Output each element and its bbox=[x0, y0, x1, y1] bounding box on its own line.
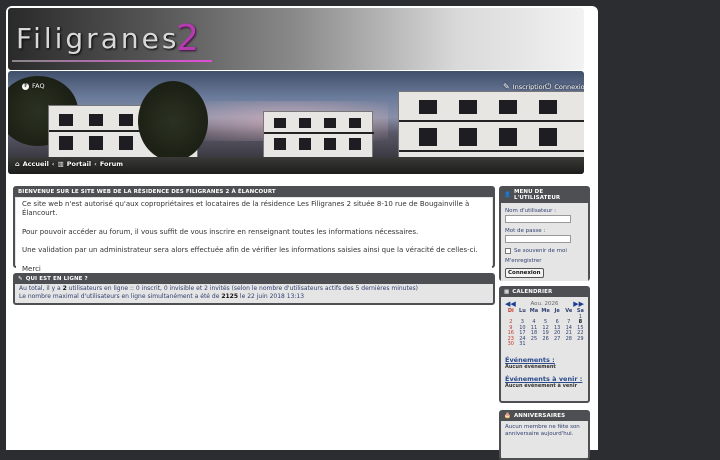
cake-icon: 🎂 bbox=[504, 413, 511, 419]
header-banner-photo: ? FAQ ✎ Inscription ⏻ Connexion bbox=[8, 71, 584, 174]
upcoming-events-none: Aucun événement à venir bbox=[505, 382, 578, 389]
faq-label: FAQ bbox=[32, 82, 45, 90]
welcome-paragraph: Pour pouvoir accéder au forum, il vous s… bbox=[22, 227, 419, 236]
calendar-day[interactable]: 31 bbox=[517, 341, 529, 348]
chat-icon: ✎ bbox=[18, 276, 23, 282]
events-none: Aucun événement bbox=[505, 363, 556, 370]
calendar-day[interactable]: 30 bbox=[505, 341, 517, 348]
tree bbox=[138, 81, 208, 161]
username-input[interactable] bbox=[505, 215, 571, 223]
welcome-body: Ce site web n'est autorisé qu'aux coprop… bbox=[16, 198, 492, 273]
building-right bbox=[398, 91, 584, 161]
who-is-online-header[interactable]: ✎ QUI EST EN LIGNE ? bbox=[15, 275, 493, 284]
calendar-empty-cell bbox=[540, 342, 552, 348]
calendar-body: ◀◀ Aou. 2026 ▶▶ Di Lu Ma Me Je Ve Sa 1 2 3 4 5 6 7 8 9 1… bbox=[501, 297, 588, 392]
breadcrumb-separator: ‹ bbox=[51, 160, 55, 168]
calendar-empty-cell bbox=[528, 342, 540, 348]
anniversaries-body: Aucun membre ne fête son anniversaire au… bbox=[501, 421, 588, 441]
register-link[interactable]: ✎ Inscription bbox=[503, 82, 547, 91]
anniversaries-title: ANNIVERSAIRES bbox=[513, 413, 566, 419]
calendar-empty-cell bbox=[551, 342, 563, 348]
who-is-online-panel: ✎ QUI EST EN LIGNE ? Au total, il y a 2 … bbox=[13, 273, 495, 305]
events-title[interactable]: Événements : bbox=[505, 356, 584, 364]
help-icon: ? bbox=[22, 82, 29, 90]
calendar-header: ▦ CALENDRIER bbox=[501, 288, 588, 297]
who-is-online-title: QUI EST EN LIGNE ? bbox=[25, 276, 88, 282]
welcome-title: BIENVENUE SUR LE SITE WEB DE LA RÉSIDENC… bbox=[15, 188, 493, 197]
next-month-icon[interactable]: ▶▶ bbox=[573, 300, 584, 308]
breadcrumb-forum[interactable]: Forum bbox=[100, 160, 123, 168]
site-logo-number: 2 bbox=[176, 18, 199, 59]
power-icon: ⏻ bbox=[545, 82, 552, 91]
welcome-paragraph: Une validation par un administrateur ser… bbox=[22, 246, 478, 255]
register-label: Inscription bbox=[512, 82, 547, 91]
user-menu-title: MENU DE L'UTILISATEUR bbox=[513, 189, 561, 201]
upcoming-events-title[interactable]: Événements à venir : bbox=[505, 375, 584, 383]
password-label: Mot de passe : bbox=[505, 228, 546, 234]
remember-checkbox[interactable] bbox=[505, 248, 511, 254]
calendar-icon: ▦ bbox=[504, 289, 510, 295]
portal-icon: ▥ bbox=[57, 160, 64, 168]
welcome-paragraph: Ce site web n'est autorisé qu'aux coprop… bbox=[22, 200, 470, 218]
breadcrumb-home[interactable]: Accueil bbox=[23, 160, 49, 168]
who-is-online-body: Au total, il y a 2 utilisateurs en ligne… bbox=[15, 284, 493, 302]
site-header: Filigranes 2 bbox=[8, 8, 584, 70]
calendar-panel: ▦ CALENDRIER ◀◀ Aou. 2026 ▶▶ Di Lu Ma Me Je V… bbox=[499, 286, 590, 403]
user-icon: 👤 bbox=[504, 192, 511, 198]
remember-me[interactable]: Se souvenir de moi bbox=[505, 248, 584, 254]
calendar-month: Aou. 2026 bbox=[530, 301, 559, 307]
building-center bbox=[263, 111, 374, 159]
online-record-line: Le nombre maximal d'utilisateurs en lign… bbox=[19, 293, 305, 300]
login-button[interactable]: Connexion bbox=[505, 268, 544, 278]
user-menu-header: 👤 MENU DE L'UTILISATEUR bbox=[501, 188, 588, 203]
home-icon: ⌂ bbox=[15, 160, 20, 168]
calendar-grid: Di Lu Ma Me Je Ve Sa 1 2 3 4 5 6 7 8 9 10 11 12 13 14 15 16 17 1… bbox=[505, 308, 587, 348]
breadcrumb-portal[interactable]: Portail bbox=[67, 160, 91, 168]
edit-icon: ✎ bbox=[503, 82, 510, 91]
prev-month-icon[interactable]: ◀◀ bbox=[505, 300, 516, 308]
username-label: Nom d'utilisateur : bbox=[505, 208, 556, 214]
calendar-nav: ◀◀ Aou. 2026 ▶▶ bbox=[505, 300, 584, 308]
user-menu-body: Nom d'utilisateur : Mot de passe : Se so… bbox=[501, 203, 588, 281]
logo-underline bbox=[12, 60, 212, 62]
faq-link[interactable]: ? FAQ bbox=[22, 82, 45, 90]
breadcrumb: ⌂ Accueil ‹ ▥ Portail ‹ Forum bbox=[15, 160, 123, 168]
online-users-line: Au total, il y a 2 utilisateurs en ligne… bbox=[19, 285, 418, 292]
calendar-title: CALENDRIER bbox=[512, 289, 553, 295]
calendar-empty-cell bbox=[575, 342, 587, 348]
welcome-panel: BIENVENUE SUR LE SITE WEB DE LA RÉSIDENC… bbox=[13, 186, 495, 273]
password-input[interactable] bbox=[505, 235, 571, 243]
login-link[interactable]: ⏻ Connexion bbox=[545, 82, 584, 92]
site-logo[interactable]: Filigranes bbox=[16, 22, 179, 55]
remember-label: Se souvenir de moi bbox=[514, 248, 567, 254]
breadcrumb-separator: ‹ bbox=[94, 160, 97, 168]
login-label: Connexion bbox=[554, 83, 584, 91]
user-menu-panel: 👤 MENU DE L'UTILISATEUR Nom d'utilisateu… bbox=[499, 186, 590, 281]
anniversaries-panel: 🎂 ANNIVERSAIRES Aucun membre ne fête son… bbox=[499, 410, 590, 460]
anniversaries-header: 🎂 ANNIVERSAIRES bbox=[501, 412, 588, 421]
calendar-empty-cell bbox=[563, 342, 575, 348]
online-record: 2125 bbox=[221, 293, 239, 300]
register-side-link[interactable]: M'enregistrer bbox=[505, 258, 584, 264]
